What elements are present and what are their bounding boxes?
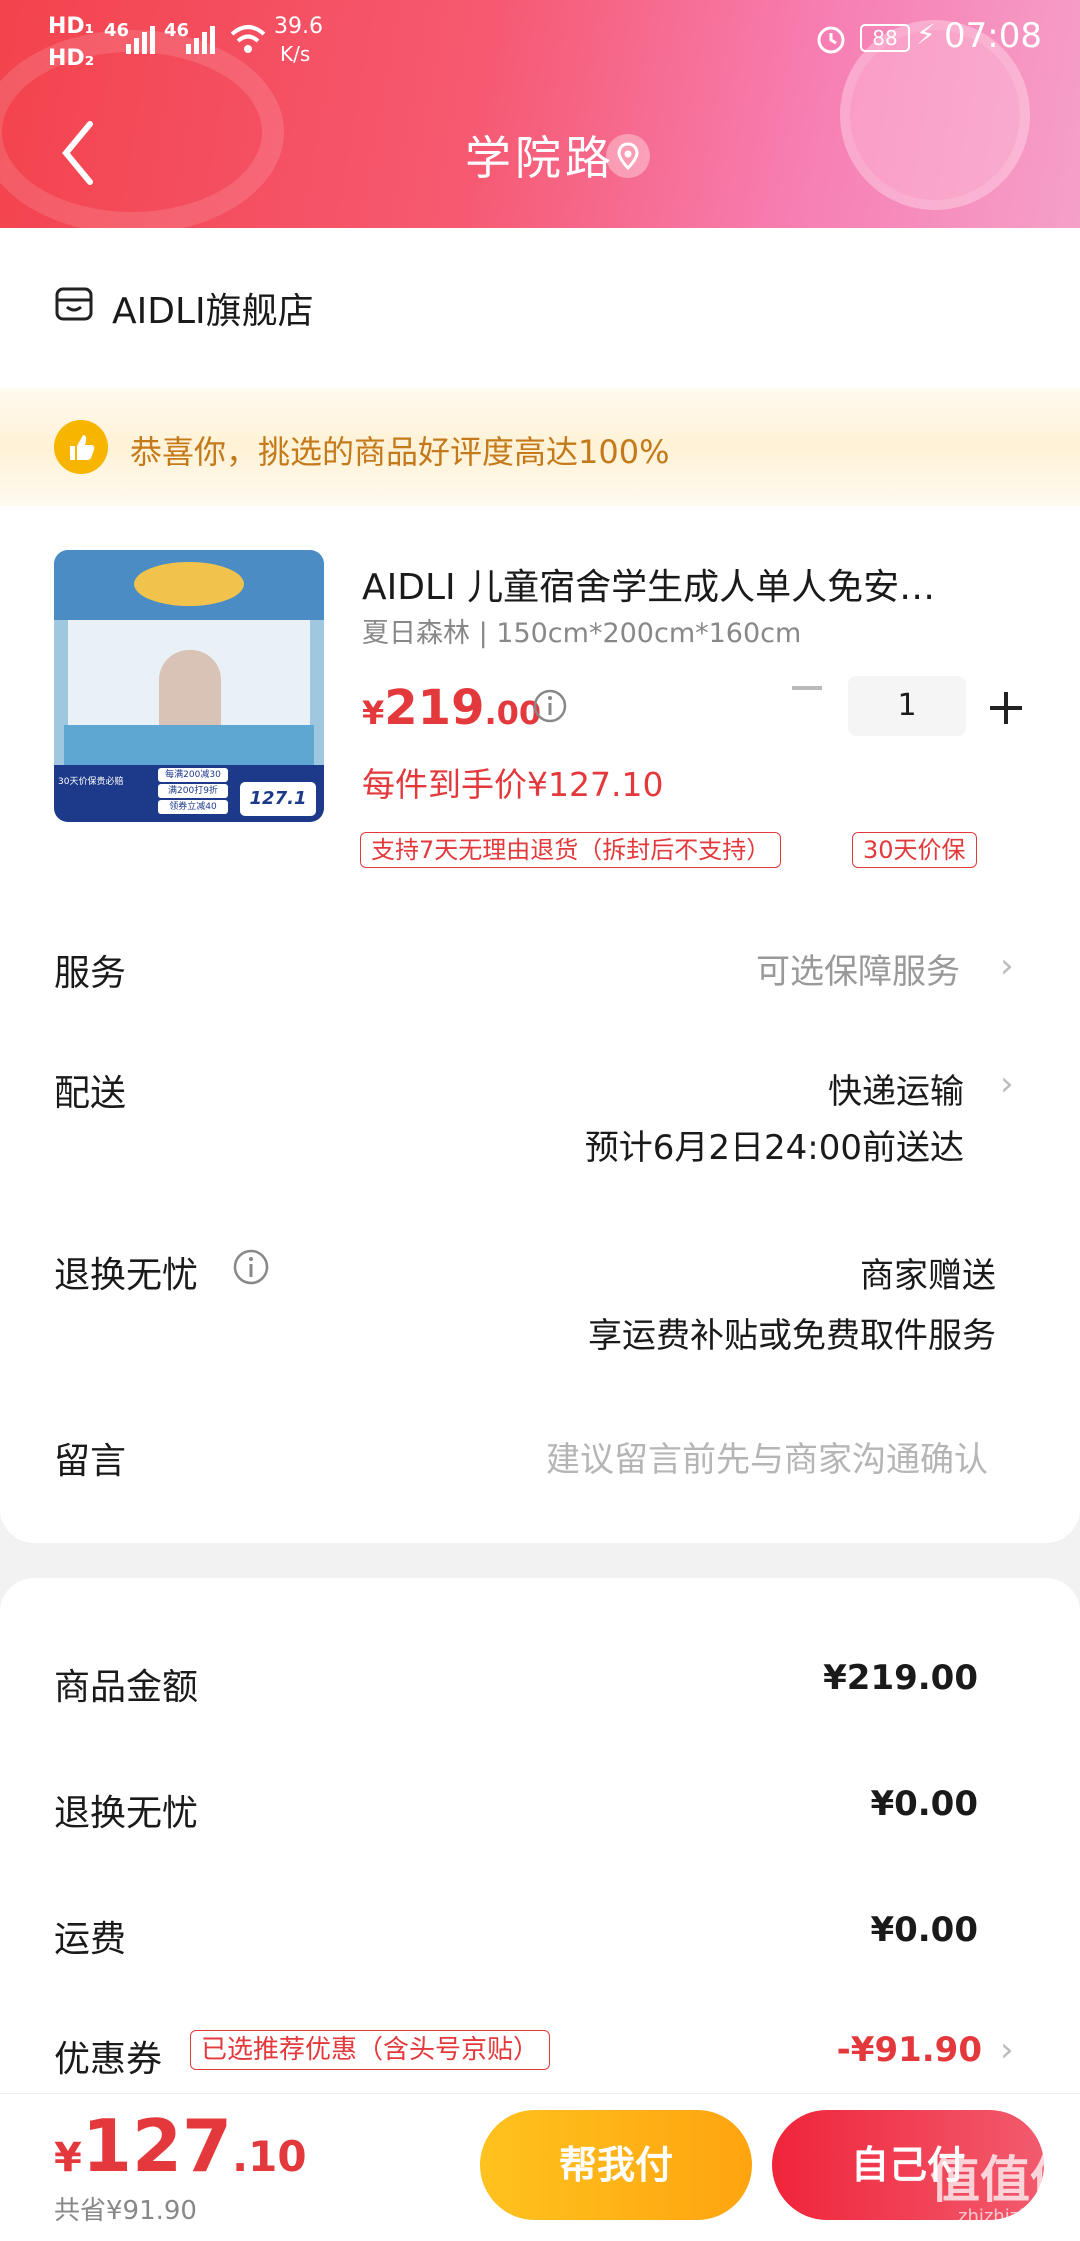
wifi-icon	[230, 25, 266, 53]
price-symbol: ¥	[362, 694, 385, 732]
coupon-value[interactable]: -¥91.90	[837, 2030, 982, 2070]
shop-name[interactable]: AIDLI旗舰店	[112, 282, 314, 334]
clock: 07:08	[944, 16, 1042, 56]
info-icon[interactable]	[232, 1248, 270, 1286]
product-price: ¥219.00	[362, 680, 541, 736]
promo-text: 恭喜你，挑选的商品好评度高达100%	[130, 433, 670, 471]
image-promo-3: 领券立减40	[158, 800, 228, 814]
hd1-icon: HD₁	[48, 14, 95, 39]
header: HD₁ HD₂ 46 46 39.6 K/s 88 ⚡ 07:08 学院路	[0, 0, 1080, 228]
coupon-label: 优惠券	[54, 2039, 163, 2080]
return-fee-label: 退换无忧	[54, 1793, 199, 1834]
message-label: 留言	[54, 1441, 127, 1482]
hd2-icon: HD₂	[48, 46, 95, 71]
battery-icon: 88	[860, 24, 910, 52]
total-decimal: .10	[232, 2132, 307, 2181]
image-promo-2: 满200打9折	[158, 784, 228, 798]
quantity-plus-button[interactable]	[990, 692, 1022, 724]
signal-icon	[126, 26, 155, 54]
goods-amount-value: ¥219.00	[823, 1658, 978, 1698]
quantity-input[interactable]: 1	[848, 676, 966, 736]
shop-icon	[55, 287, 93, 321]
image-banner-text: 30天价保贵必赔	[58, 777, 124, 787]
pay-for-me-button[interactable]: 帮我付	[480, 2110, 752, 2220]
return-label: 退换无忧	[54, 1255, 199, 1296]
message-input[interactable]: 建议留言前先与商家沟通确认	[546, 1432, 988, 1481]
shipping-label: 运费	[54, 1919, 127, 1960]
return-policy-tag: 支持7天无理由退货（拆封后不支持）	[360, 832, 782, 868]
return-fee-value: ¥0.00	[870, 1784, 978, 1824]
signal-icon	[186, 26, 215, 54]
product-spec[interactable]: 夏日森林 | 150cm*200cm*160cm	[362, 611, 801, 650]
image-price: 127.1	[240, 782, 316, 816]
coupon-tag[interactable]: 已选推荐优惠（含头号京贴）	[190, 2030, 551, 2070]
delivery-eta: 预计6月2日24:00前送达	[584, 1128, 964, 1168]
quantity-minus-button[interactable]	[792, 686, 822, 690]
product-image[interactable]: 30天价保贵必赔 每满200减30 满200打9折 领券立减40 127.1	[54, 550, 324, 822]
delivery-label: 配送	[54, 1073, 127, 1114]
return-value: 商家赠送	[860, 1256, 996, 1296]
return-detail: 享运费补贴或免费取件服务	[588, 1316, 996, 1356]
chevron-right-icon[interactable]: ›	[1000, 2030, 1014, 2070]
image-dino	[134, 562, 244, 606]
price-integer: 219	[384, 680, 485, 736]
location-icon[interactable]	[606, 134, 650, 178]
image-promo-1: 每满200减30	[158, 768, 228, 782]
watermark-url: zhizhizhi.com	[958, 2206, 1080, 2227]
shipping-value: ¥0.00	[870, 1910, 978, 1950]
price-protect-tag: 30天价保	[852, 832, 977, 868]
chevron-right-icon[interactable]: ›	[1000, 946, 1014, 986]
page-title: 学院路	[465, 131, 615, 185]
total-symbol: ¥	[54, 2135, 82, 2181]
net-price-note: 每件到手价¥127.10	[362, 765, 664, 804]
chevron-right-icon[interactable]: ›	[1000, 1064, 1014, 1104]
delivery-value[interactable]: 快递运输	[828, 1064, 964, 1113]
service-label: 服务	[54, 953, 127, 994]
alarm-icon	[817, 26, 845, 54]
service-value[interactable]: 可选保障服务	[756, 944, 960, 993]
network-speed: 39.6	[274, 14, 323, 39]
watermark: 值值值	[930, 2151, 1080, 2209]
charging-icon: ⚡	[916, 18, 936, 51]
total-price: ¥127.10	[54, 2104, 307, 2188]
goods-amount-label: 商品金额	[54, 1667, 199, 1708]
saved-amount: 共省¥91.90	[54, 2196, 197, 2226]
thumbs-up-icon	[54, 420, 108, 474]
network-unit: K/s	[280, 42, 311, 66]
image-base	[64, 725, 314, 765]
total-integer: 127	[81, 2104, 233, 2188]
info-icon[interactable]	[532, 688, 568, 724]
product-title[interactable]: AIDLI 儿童宿舍学生成人单人免安…	[362, 558, 935, 610]
